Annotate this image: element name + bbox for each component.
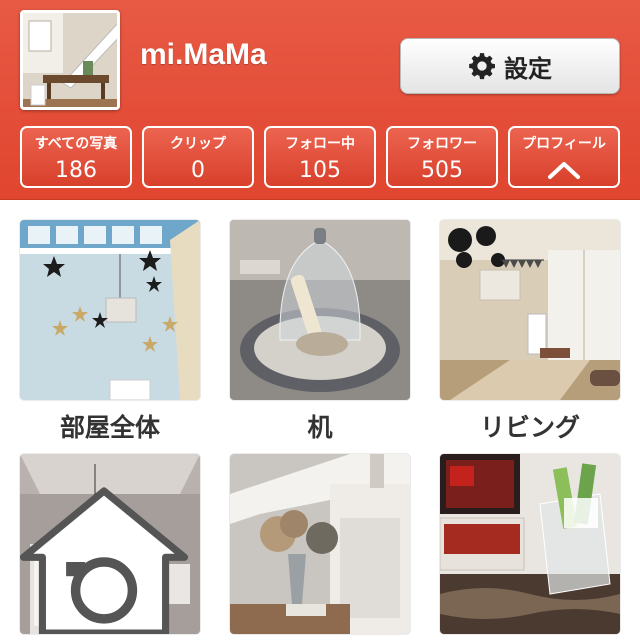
album-thumbnail: [440, 454, 620, 634]
stat-label: プロフィール: [522, 136, 606, 152]
album-tile-desk[interactable]: 机: [230, 220, 410, 444]
settings-label: 設定: [504, 54, 552, 83]
stat-followers[interactable]: フォロワー 505: [386, 126, 498, 188]
home-camera-icon: [20, 487, 189, 634]
album-caption: リビング: [479, 413, 580, 442]
stat-clips[interactable]: クリップ 0: [142, 126, 254, 188]
stat-value: 0: [191, 158, 205, 183]
stat-label: フォロワー: [407, 136, 477, 152]
album-thumbnail: [440, 220, 620, 400]
stat-label: フォロー中: [285, 136, 355, 152]
profile-header: mi.MaMa 設定 すべての写真 186 クリップ 0 フォロー中 105 フ…: [0, 0, 640, 200]
stat-label: クリップ: [170, 136, 226, 152]
stats-bar: すべての写真 186 クリップ 0 フォロー中 105 フォロワー 505 プロ…: [20, 126, 620, 188]
album-thumbnail: [20, 454, 200, 634]
album-tile-living[interactable]: リビング: [440, 220, 620, 444]
settings-button[interactable]: 設定: [400, 38, 620, 94]
room-photo-avatar: [23, 13, 117, 107]
stat-value: 186: [55, 158, 97, 183]
stat-value: 105: [299, 158, 341, 183]
album-tile-6[interactable]: [440, 454, 620, 640]
username: mi.MaMa: [140, 38, 267, 71]
album-thumbnail: [20, 220, 200, 400]
album-grid: 部屋全体 机 リビング: [20, 220, 620, 640]
stat-value: 505: [421, 158, 463, 183]
album-thumbnail: [230, 454, 410, 634]
stat-label: すべての写真: [34, 136, 118, 152]
avatar[interactable]: [20, 10, 120, 110]
album-caption: 部屋全体: [59, 413, 160, 442]
album-tile-4[interactable]: [20, 454, 200, 640]
stat-all-photos[interactable]: すべての写真 186: [20, 126, 132, 188]
stat-profile-toggle[interactable]: プロフィール: [508, 126, 620, 188]
chevron-up-icon: [548, 162, 580, 179]
gear-icon: [469, 53, 495, 80]
album-thumbnail: [230, 220, 410, 400]
album-tile-5[interactable]: [230, 454, 410, 640]
album-caption: 机: [307, 413, 333, 442]
album-tile-room[interactable]: 部屋全体: [20, 220, 200, 444]
stat-following[interactable]: フォロー中 105: [264, 126, 376, 188]
